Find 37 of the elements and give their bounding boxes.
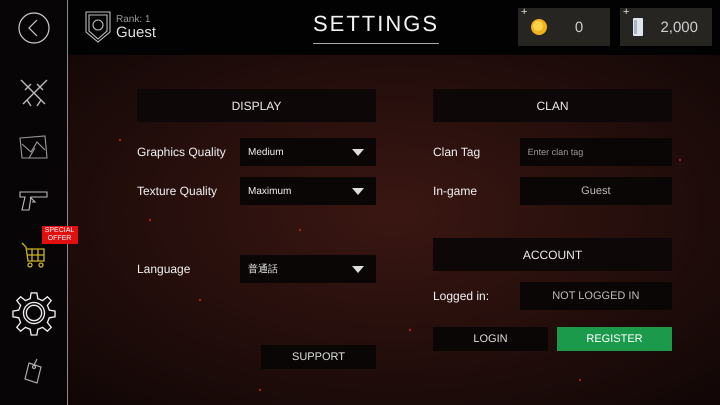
login-status-field: NOT LOGGED IN: [520, 282, 672, 310]
currency-panel[interactable]: + 2,000: [620, 8, 712, 46]
currency-panel[interactable]: + 0: [518, 8, 610, 46]
in-game-name-field: Guest: [520, 177, 672, 205]
page-title: SETTINGS: [312, 10, 439, 44]
logged-in-label: Logged in:: [433, 289, 490, 303]
caret-icon: [352, 188, 364, 194]
section-header: CLAN: [433, 89, 672, 122]
in-game-label: In-game: [433, 184, 478, 198]
dropdown[interactable]: 普通話: [240, 255, 376, 283]
register-button[interactable]: REGISTER: [557, 327, 672, 351]
clan-tag-label: Clan Tag: [433, 145, 482, 159]
back-button[interactable]: [16, 10, 52, 46]
back-icon: [16, 11, 50, 45]
coin-icon: [530, 18, 548, 36]
plus-sign: +: [521, 6, 528, 18]
currency-amount: 0: [574, 18, 584, 36]
setting-label: Texture Quality: [137, 184, 218, 198]
plus-sign: +: [623, 6, 630, 18]
dropdown[interactable]: Maximum: [240, 177, 376, 205]
setting-label: Graphics Quality: [137, 145, 227, 159]
caret-icon: [352, 266, 364, 272]
cart-icon: [20, 241, 48, 269]
settings-icon: [12, 290, 56, 336]
login-button[interactable]: LOGIN: [433, 327, 548, 351]
support-button[interactable]: SUPPORT: [261, 345, 376, 369]
section-header: ACCOUNT: [433, 238, 672, 271]
dropdown[interactable]: Medium: [240, 138, 376, 166]
section-header: DISPLAY: [137, 89, 376, 122]
clan-tag-field[interactable]: Enter clan tag: [520, 138, 672, 166]
caret-icon: [352, 148, 364, 156]
setting-label: Language: [137, 262, 192, 276]
rank-label: Rank: 1: [116, 14, 152, 24]
currency-amount: 2,000: [659, 18, 699, 36]
player-name: Guest: [116, 24, 156, 40]
shield-icon: [84, 10, 112, 44]
card-icon: [632, 17, 644, 37]
